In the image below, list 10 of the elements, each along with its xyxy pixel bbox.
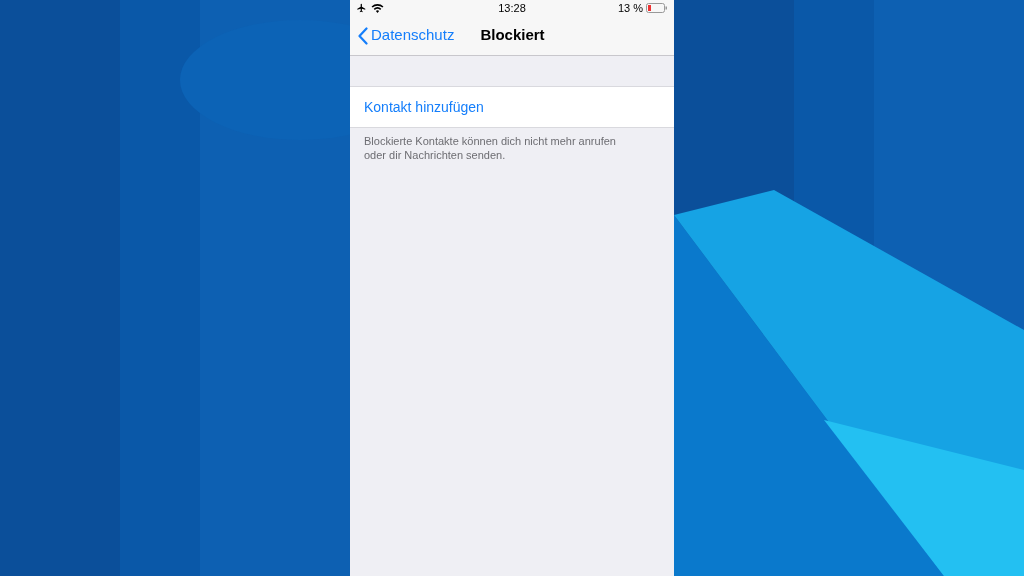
back-button[interactable]: Datenschutz bbox=[350, 24, 455, 47]
footer-text: Blockierte Kontakte können dich nicht mehr anrufen oder dir Nachrichten senden. bbox=[363, 134, 617, 162]
nav-title: Blockiert bbox=[480, 25, 545, 46]
list-row[interactable]: Kontakt hinzufügen bbox=[350, 87, 674, 127]
status-time: 13:28 bbox=[497, 0, 527, 16]
airplane-icon bbox=[356, 3, 367, 13]
wifi-icon bbox=[371, 3, 384, 13]
battery-percentage: 13 % bbox=[617, 0, 643, 16]
back-chevron-icon bbox=[358, 26, 368, 45]
battery-icon bbox=[646, 3, 668, 13]
